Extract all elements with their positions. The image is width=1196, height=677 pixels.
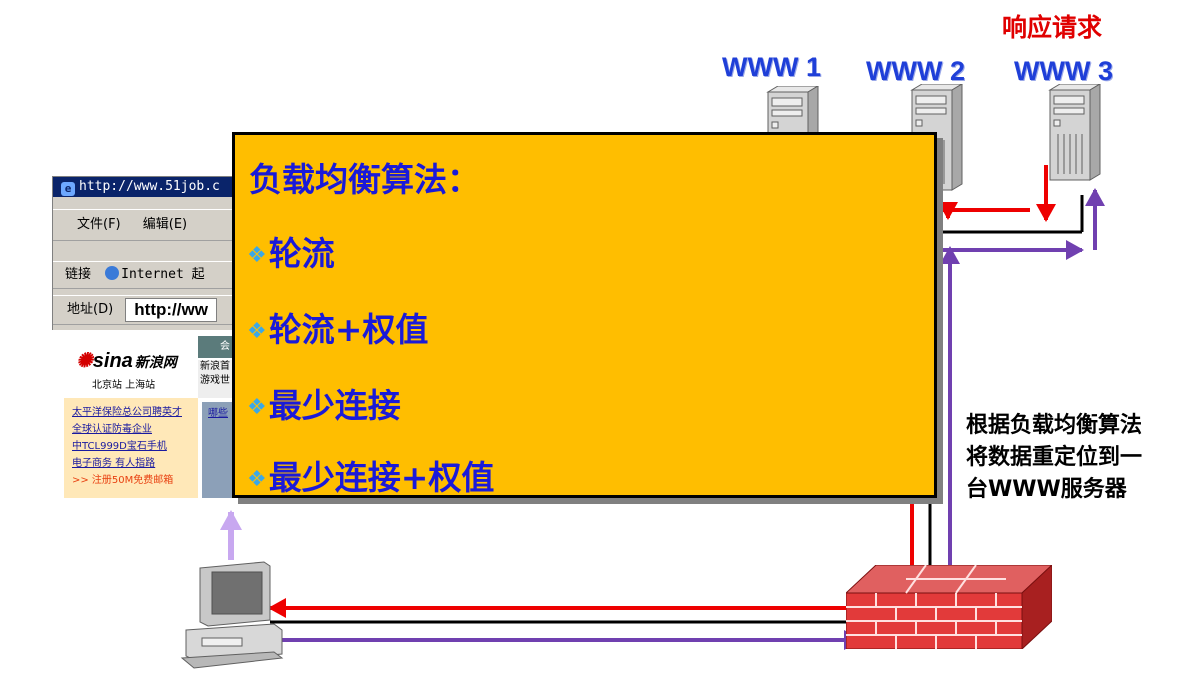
browser-links-bar: 链接 Internet 起 — [53, 261, 253, 289]
redirect-explanation: 根据负载均衡算法 将数据重定位到一 台WWW服务器 — [966, 410, 1142, 506]
sina-photo-caption[interactable]: 哪些 — [208, 404, 228, 419]
browser-window: e http://www.51job.c 文件(F) 编辑(E) 链接 Inter… — [52, 176, 254, 331]
server-label-www2: WWW 2 — [866, 56, 965, 86]
sina-logo: ✺sina 新浪网 — [76, 350, 177, 372]
menu-file[interactable]: 文件(F) — [77, 217, 121, 232]
response-request-label: 响应请求 — [1002, 13, 1103, 42]
sina-link[interactable]: 中TCL999D宝石手机 — [72, 438, 198, 455]
diamond-bullet-icon: ❖ — [247, 243, 267, 268]
links-label: 链接 — [65, 267, 92, 282]
links-item-internet[interactable]: Internet 起 — [121, 267, 204, 282]
browser-menu-bar: 文件(F) 编辑(E) — [53, 209, 253, 241]
sina-page: ✺sina 新浪网 北京站 上海站 会 新浪首 游戏世 太平洋保险总公司聘英才 全… — [52, 330, 252, 500]
diamond-bullet-icon: ❖ — [247, 467, 267, 492]
explanation-line: 根据负载均衡算法 — [966, 413, 1143, 438]
browser-title: http://www.51job.c — [79, 179, 220, 194]
diamond-bullet-icon: ❖ — [247, 395, 267, 420]
algorithm-item: ❖最少连接+权值 — [247, 458, 495, 497]
firewall-icon — [846, 565, 1052, 649]
diamond-bullet-icon: ❖ — [247, 319, 267, 344]
server-label-www3: WWW 3 — [1014, 56, 1113, 86]
sina-link[interactable]: 电子商务 有人指路 — [72, 455, 198, 472]
algorithm-item: ❖最少连接 — [247, 386, 401, 425]
sina-eye-icon: ✺ — [76, 350, 93, 372]
sina-register-link[interactable]: >> 注册50M免费邮箱 — [72, 472, 198, 489]
client-computer-icon — [180, 561, 284, 669]
sina-link[interactable]: 全球认证防毒企业 — [72, 421, 198, 438]
browser-title-bar: e http://www.51job.c — [53, 177, 253, 197]
address-input[interactable]: http://ww — [125, 297, 217, 322]
menu-edit[interactable]: 编辑(E) — [143, 217, 187, 232]
sina-stations: 北京站 上海站 — [92, 380, 156, 391]
address-label: 地址(D) — [67, 302, 114, 317]
ie-link-icon — [105, 266, 120, 280]
algorithm-title: 负载均衡算法： — [249, 160, 480, 199]
ie-logo-icon: e — [61, 182, 75, 196]
server-label-www1: WWW 1 — [722, 52, 821, 82]
server-icon-www3 — [1048, 84, 1101, 181]
browser-address-bar: 地址(D) http://ww — [53, 295, 253, 325]
algorithm-item: ❖轮流+权值 — [247, 310, 429, 349]
explanation-line: 台WWW服务器 — [966, 477, 1127, 502]
algorithm-item: ❖轮流 — [247, 234, 335, 273]
algorithm-panel: 负载均衡算法： ❖轮流 ❖轮流+权值 ❖最少连接 ❖最少连接+权值 — [232, 132, 937, 498]
sina-ad-links: 太平洋保险总公司聘英才 全球认证防毒企业 中TCL999D宝石手机 电子商务 有… — [64, 398, 198, 498]
explanation-line: 将数据重定位到一 — [966, 445, 1143, 470]
sina-link[interactable]: 太平洋保险总公司聘英才 — [72, 404, 198, 421]
